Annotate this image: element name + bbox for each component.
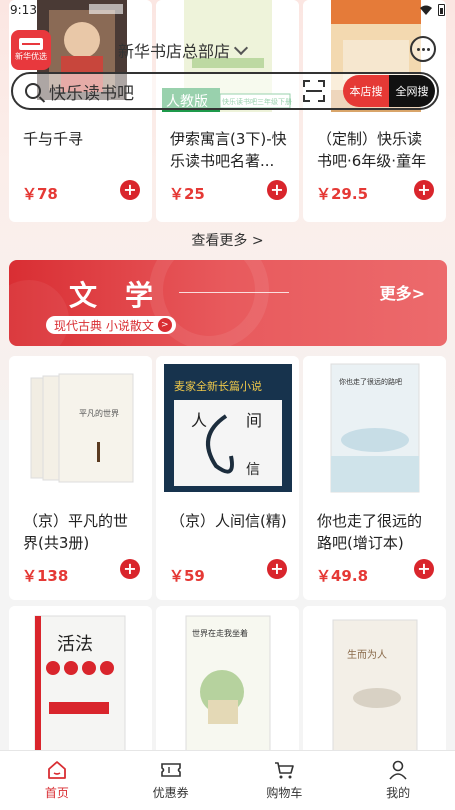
book-cover: 麦家全新长篇小说 人 间 信 [156,356,299,506]
logo-mark-icon [19,38,43,51]
search-shop-button[interactable]: 本店搜 [343,75,389,107]
svg-text:间: 间 [246,411,262,430]
add-to-cart-button[interactable]: + [414,180,434,200]
logo-text: 新华优选 [15,52,47,62]
nav-label: 购物车 [266,786,303,800]
cover-title: 平凡的世界 [79,408,119,418]
product-title: （京）人间信(精) [170,512,287,530]
banner-subtitle-tag[interactable]: 现代古典 小说散文 > [46,316,176,334]
banner-more-link[interactable]: 更多> [380,280,425,304]
add-to-cart-button[interactable]: + [120,180,140,200]
product-price: ￥49.8 [316,567,369,585]
nav-profile[interactable]: 我的 [341,751,455,810]
banner-decoration [9,280,69,346]
add-to-cart-button[interactable]: + [120,559,140,579]
bottom-nav: 首页 优惠券 购物车 我的 [0,750,455,810]
banner-divider [179,292,289,293]
nav-home[interactable]: 首页 [0,751,114,810]
product-title: 伊索寓言(3下)-快乐读书吧名著... [170,130,287,170]
search-all-button[interactable]: 全网搜 [389,75,435,107]
product-card[interactable]: 麦家全新长篇小说 人 间 信 （京）人间信(精) ￥59 + [156,356,299,600]
nav-coupon[interactable]: 优惠券 [114,751,228,810]
see-more-link[interactable]: 查看更多 > [0,230,455,250]
cover-title: 世界在走我坐着 [192,628,248,638]
dot-icon [416,47,420,51]
literature-banner[interactable]: 文学 更多> 现代古典 小说散文 > [9,260,447,346]
product-card[interactable]: 平凡的世界 （京）平凡的世界(共3册) ￥138 + [9,356,152,600]
cart-icon [275,762,295,779]
home-icon [47,761,66,779]
user-icon [389,760,407,780]
nav-cart[interactable]: 购物车 [228,751,342,810]
product-price: ￥25 [169,185,205,203]
status-icons [420,4,445,16]
status-bar: 9:13 [0,0,455,20]
add-to-cart-button[interactable]: + [414,559,434,579]
search-scope-toggle: 本店搜 全网搜 [343,75,435,107]
book-cover: 你也走了很远的路吧 [303,356,446,506]
chevron-down-icon [233,40,249,55]
nav-label: 首页 [44,786,69,800]
product-price: ￥29.5 [316,185,369,203]
coupon-icon [160,763,181,777]
search-icon [25,83,41,99]
nav-label: 我的 [386,786,411,800]
arrow-right-icon: > [157,318,172,332]
dot-icon [426,47,430,51]
add-to-cart-button[interactable]: + [267,180,287,200]
banner-title: 文学 [69,279,182,312]
product-price: ￥78 [22,185,58,203]
nav-label: 优惠券 [152,786,189,800]
cover-title: 生而为人 [347,648,387,661]
dot-icon [421,47,425,51]
battery-icon [438,4,445,16]
cover-title: 麦家全新长篇小说 [174,379,262,393]
book-cover: 平凡的世界 [9,356,152,506]
book-cover: 生而为人 [303,606,446,756]
product-card[interactable]: 人教版 快乐读书吧三年级下册 伊索寓言(3下)-快乐读书吧名著... ￥25 + [156,0,299,222]
banner-subtitle: 现代古典 小说散文 [54,318,154,333]
product-title: 千与千寻 [23,130,84,148]
product-title: 你也走了很远的路吧(增订本) [317,512,423,552]
book-cover: 世界在走我坐着 [156,606,299,756]
product-card[interactable]: 生而为人 [303,606,446,756]
book-cover: 活法 [9,606,152,756]
store-name: 新华书店总部店 [118,42,231,61]
message-button[interactable] [410,36,436,62]
cover-title: 你也走了很远的路吧 [339,377,402,386]
wifi-icon [420,5,432,15]
svg-text:信: 信 [246,462,260,478]
product-price: ￥138 [22,567,69,585]
search-input[interactable]: 快乐读书吧 [49,79,303,104]
svg-text:人: 人 [191,411,207,430]
product-card[interactable]: （定制）快乐读书吧·6年级·童年 ￥29.5 + [303,0,446,222]
cover-title: 活法 [57,634,93,655]
search-bar[interactable]: 快乐读书吧 本店搜 全网搜 [11,72,439,110]
product-title: （京）平凡的世界(共3册) [23,512,129,552]
add-to-cart-button[interactable]: + [267,559,287,579]
product-card[interactable]: 世界在走我坐着 [156,606,299,756]
app-logo[interactable]: 新华优选 [11,30,51,70]
store-selector[interactable]: 新华书店总部店 [118,38,249,62]
product-price: ￥59 [169,567,205,585]
product-card[interactable]: 你也走了很远的路吧 你也走了很远的路吧(增订本) ￥49.8 + [303,356,446,600]
product-title: （定制）快乐读书吧·6年级·童年 [317,130,427,170]
product-card[interactable]: 活法 [9,606,152,756]
scan-icon[interactable] [303,80,325,102]
status-time: 9:13 [10,3,37,17]
